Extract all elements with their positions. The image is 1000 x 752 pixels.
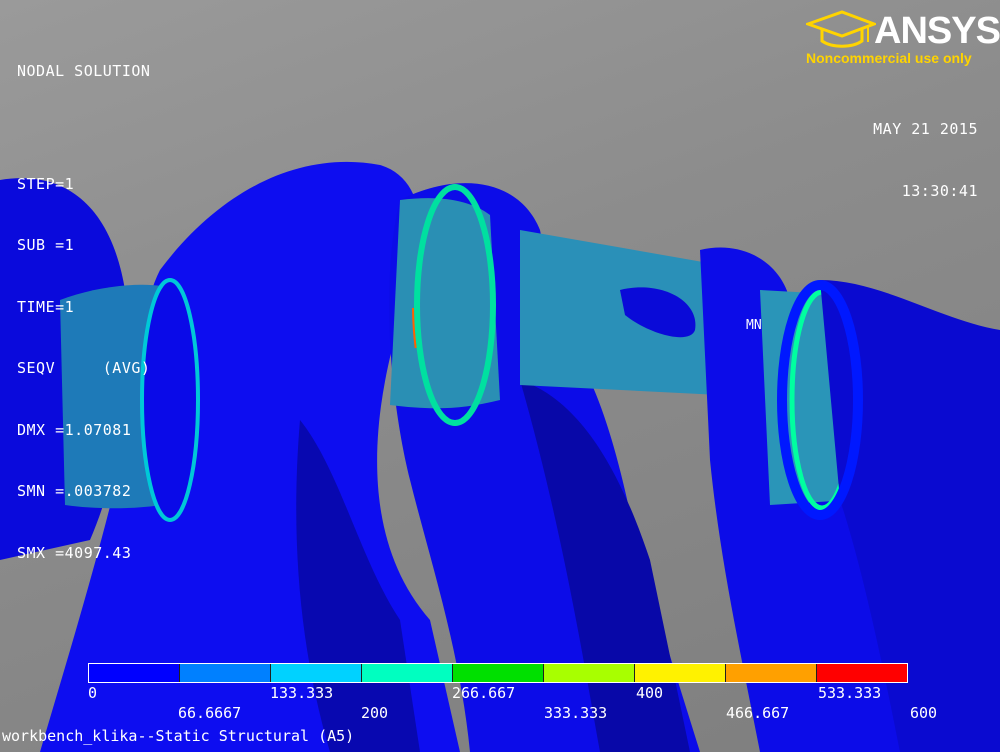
legend-label-top-3: 400 bbox=[636, 684, 664, 702]
legend-label-top-0: 0 bbox=[88, 684, 98, 702]
legend-swatch-2 bbox=[270, 664, 361, 682]
graphics-viewport[interactable]: NODAL SOLUTION STEP=1 SUB =1 TIME=1 SEQV… bbox=[0, 0, 1000, 752]
legend-label-bottom-1: 200 bbox=[361, 704, 389, 722]
info-smx: SMX =4097.43 bbox=[17, 543, 132, 562]
graduation-cap-icon bbox=[806, 10, 876, 48]
min-marker-label: MN bbox=[746, 318, 762, 333]
solution-info-block: NODAL SOLUTION STEP=1 SUB =1 TIME=1 SEQV… bbox=[17, 20, 150, 604]
legend-swatch-4 bbox=[452, 664, 543, 682]
plot-time: 13:30:41 bbox=[901, 181, 978, 200]
legend-swatch-5 bbox=[543, 664, 634, 682]
date-time-stamp: MAY 21 2015 13:30:41 bbox=[873, 78, 978, 242]
legend-swatch-3 bbox=[361, 664, 452, 682]
ansys-logo: ANSYS Noncommercial use only bbox=[806, 8, 1000, 70]
legend-label-top-4: 533.333 bbox=[818, 684, 882, 702]
info-smn: SMN =.003782 bbox=[17, 482, 132, 500]
legend-swatch-1 bbox=[179, 664, 270, 682]
legend-swatch-7 bbox=[725, 664, 816, 682]
info-sub: SUB =1 bbox=[17, 236, 75, 254]
legend-label-bottom-0: 66.6667 bbox=[178, 704, 242, 722]
legend-label-bottom-2: 333.333 bbox=[544, 704, 608, 722]
info-step: STEP=1 bbox=[17, 174, 75, 193]
legend-label-top-1: 133.333 bbox=[270, 684, 334, 702]
legend-swatch-8 bbox=[816, 664, 907, 682]
solution-title: NODAL SOLUTION bbox=[17, 62, 151, 80]
model-title-footer: workbench_klika--Static Structural (A5) bbox=[2, 727, 355, 745]
plot-date: MAY 21 2015 bbox=[873, 120, 978, 138]
info-seqv: SEQV (AVG) bbox=[17, 359, 151, 377]
legend-swatch-6 bbox=[634, 664, 725, 682]
ansys-brand-text: ANSYS bbox=[874, 10, 1000, 52]
legend-label-bottom-3: 466.667 bbox=[726, 704, 790, 722]
info-time: TIME=1 bbox=[17, 297, 75, 316]
noncommercial-tagline: Noncommercial use only bbox=[806, 50, 972, 66]
contour-legend-bar bbox=[88, 663, 908, 683]
legend-label-top-2: 266.667 bbox=[452, 684, 516, 702]
legend-swatch-0 bbox=[89, 664, 179, 682]
legend-label-bottom-4: 600 bbox=[910, 704, 938, 722]
info-dmx: DMX =1.07081 bbox=[17, 420, 132, 439]
